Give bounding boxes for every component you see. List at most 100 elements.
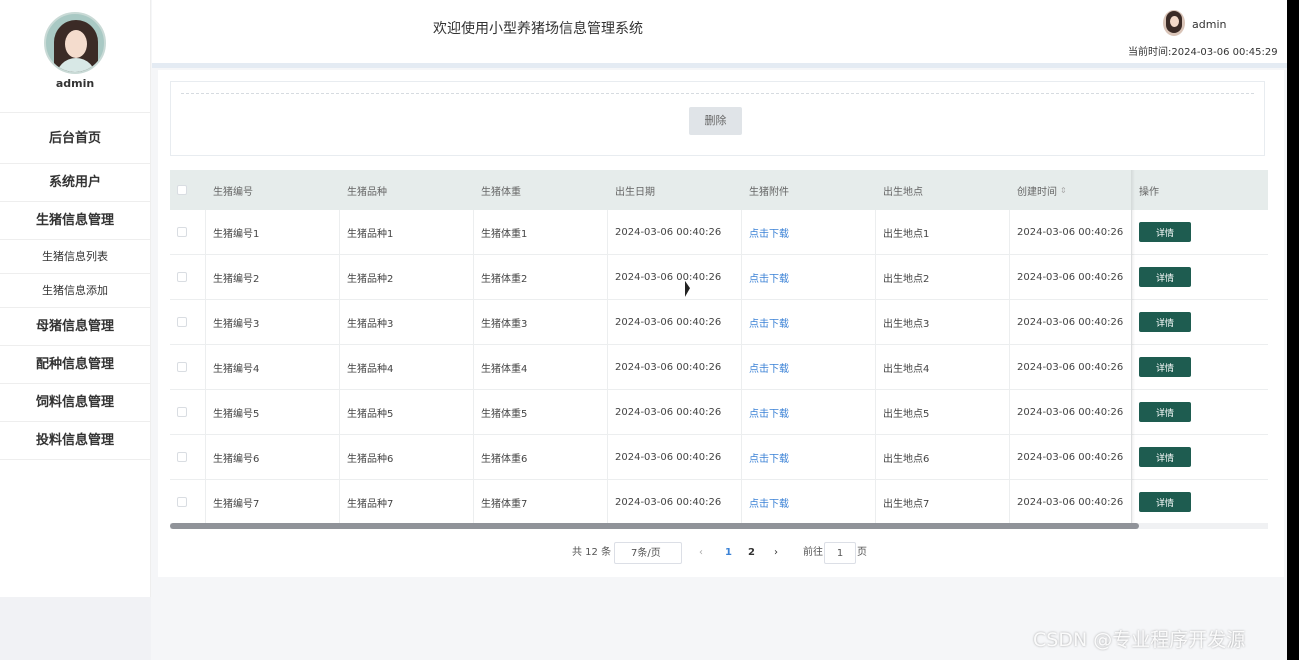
column-header[interactable]: 创建时间 [1017, 183, 1057, 198]
detail-button[interactable]: 详情 [1139, 447, 1191, 467]
toolbar: 删除 [170, 81, 1265, 156]
pig-breed: 生猪品种3 [347, 318, 394, 330]
created-time: 2024-03-06 00:40:26 [1017, 316, 1124, 328]
pig-id: 生猪编号7 [213, 498, 260, 510]
avatar[interactable] [44, 12, 106, 74]
current-time: 当前时间:2024-03-06 00:45:29 [1128, 43, 1278, 58]
sidebar-menu-item[interactable]: 母猪信息管理 [0, 308, 150, 346]
birth-date: 2024-03-06 00:40:26 [615, 496, 722, 508]
column-header: 生猪品种 [347, 186, 387, 198]
birth-place: 出生地点3 [883, 318, 930, 330]
mouse-cursor-icon [685, 280, 690, 300]
table-row: 生猪编号5 生猪品种5 生猪体重5 2024-03-06 00:40:26 点击下载 出生… [170, 390, 1268, 435]
pig-id: 生猪编号5 [213, 408, 260, 420]
scrollbar-thumb[interactable] [170, 523, 1139, 529]
detail-button[interactable]: 详情 [1139, 267, 1191, 287]
sidebar-menu-item[interactable]: 饲料信息管理 [0, 384, 150, 422]
sidebar-menu-item[interactable]: 配种信息管理 [0, 346, 150, 384]
created-time: 2024-03-06 00:40:26 [1017, 406, 1124, 418]
created-time: 2024-03-06 00:40:26 [1017, 226, 1124, 238]
sidebar-submenu-item[interactable]: 生猪信息列表 [0, 240, 150, 274]
pig-id: 生猪编号4 [213, 363, 260, 375]
time-label: 当前时间: [1128, 47, 1172, 58]
column-header: 生猪体重 [481, 186, 521, 198]
pig-id: 生猪编号6 [213, 453, 260, 465]
pig-id: 生猪编号1 [213, 228, 260, 240]
main-panel: 删除 生猪编号 生猪品种 生猪体重 出生日期 生猪附件 出生地点 创建时间 ⇕ 操作 生猪编号1 生… [158, 70, 1284, 577]
page-size-select[interactable]: 7条/页 [614, 542, 682, 564]
page-number[interactable]: 2 [748, 542, 755, 564]
birth-place: 出生地点7 [883, 498, 930, 510]
pig-weight: 生猪体重6 [481, 453, 528, 465]
sidebar-menu-item[interactable]: 投料信息管理 [0, 422, 150, 460]
header-divider [152, 63, 1287, 68]
sidebar-menu-item[interactable]: 生猪信息管理 [0, 202, 150, 240]
app-screen: admin 后台首页 系统用户 生猪信息管理 生猪信息列表 生猪信息添加 母猪信息管理 配种… [0, 0, 1287, 660]
pig-breed: 生猪品种2 [347, 273, 394, 285]
pagination-total: 共 12 条 [572, 547, 612, 558]
delete-button[interactable]: 删除 [689, 107, 742, 135]
sidebar-username: admin [55, 77, 95, 90]
header: 欢迎使用小型养猪场信息管理系统 admin 当前时间:2024-03-06 00… [152, 0, 1287, 63]
detail-button[interactable]: 详情 [1139, 492, 1191, 512]
birth-place: 出生地点1 [883, 228, 930, 240]
sidebar-footer [0, 597, 151, 660]
download-link[interactable]: 点击下载 [749, 495, 789, 510]
download-link[interactable]: 点击下载 [749, 315, 789, 330]
pig-breed: 生猪品种1 [347, 228, 394, 240]
row-checkbox[interactable] [177, 272, 187, 282]
sidebar-menu-item[interactable]: 系统用户 [0, 164, 150, 202]
prev-page-icon[interactable]: ‹ [699, 542, 703, 564]
row-checkbox[interactable] [177, 227, 187, 237]
page-number[interactable]: 1 [725, 542, 732, 564]
pig-breed: 生猪品种7 [347, 498, 394, 510]
data-table: 生猪编号 生猪品种 生猪体重 出生日期 生猪附件 出生地点 创建时间 ⇕ 操作 生猪编号1 生猪品种… [170, 170, 1268, 525]
table-row: 生猪编号7 生猪品种7 生猪体重7 2024-03-06 00:40:26 点击下载 出生… [170, 480, 1268, 525]
row-checkbox[interactable] [177, 452, 187, 462]
row-checkbox[interactable] [177, 497, 187, 507]
download-link[interactable]: 点击下载 [749, 270, 789, 285]
horizontal-scrollbar[interactable] [170, 523, 1268, 529]
download-link[interactable]: 点击下载 [749, 450, 789, 465]
row-checkbox[interactable] [177, 362, 187, 372]
birth-place: 出生地点5 [883, 408, 930, 420]
birth-date: 2024-03-06 00:40:26 [615, 406, 722, 418]
detail-button[interactable]: 详情 [1139, 222, 1191, 242]
pig-breed: 生猪品种5 [347, 408, 394, 420]
pig-breed: 生猪品种6 [347, 453, 394, 465]
pig-id: 生猪编号2 [213, 273, 260, 285]
sidebar-menu: 后台首页 系统用户 生猪信息管理 生猪信息列表 生猪信息添加 母猪信息管理 配种信息管理 饲料… [0, 113, 150, 460]
watermark: CSDN @专业程序开发源 [1033, 629, 1246, 651]
created-time: 2024-03-06 00:40:26 [1017, 451, 1124, 463]
birth-date: 2024-03-06 00:40:26 [615, 316, 722, 328]
pagination: 共 12 条 7条/页 ‹ 1 2 › 前往 1 页 [158, 542, 1284, 564]
page-suffix: 页 [857, 547, 867, 558]
table-row: 生猪编号3 生猪品种3 生猪体重3 2024-03-06 00:40:26 点击下载 出生… [170, 300, 1268, 345]
detail-button[interactable]: 详情 [1139, 402, 1191, 422]
goto-page-input[interactable]: 1 [824, 542, 856, 564]
next-page-icon[interactable]: › [774, 542, 778, 564]
sidebar-profile: admin [0, 12, 150, 113]
sidebar-submenu-item[interactable]: 生猪信息添加 [0, 274, 150, 308]
pig-weight: 生猪体重4 [481, 363, 528, 375]
time-value: 2024-03-06 00:45:29 [1171, 47, 1278, 58]
download-link[interactable]: 点击下载 [749, 360, 789, 375]
pig-weight: 生猪体重1 [481, 228, 528, 240]
row-checkbox[interactable] [177, 317, 187, 327]
row-checkbox[interactable] [177, 407, 187, 417]
sidebar-menu-item[interactable]: 后台首页 [0, 113, 150, 164]
header-username[interactable]: admin [1192, 18, 1226, 31]
detail-button[interactable]: 详情 [1139, 357, 1191, 377]
column-header: 出生日期 [615, 186, 655, 198]
birth-date: 2024-03-06 00:40:26 [615, 271, 722, 283]
goto-label: 前往 [803, 547, 823, 558]
download-link[interactable]: 点击下载 [749, 225, 789, 240]
download-link[interactable]: 点击下载 [749, 405, 789, 420]
user-avatar[interactable] [1163, 10, 1185, 36]
detail-button[interactable]: 详情 [1139, 312, 1191, 332]
page-title: 欢迎使用小型养猪场信息管理系统 [433, 21, 643, 37]
birth-place: 出生地点2 [883, 273, 930, 285]
select-all-checkbox[interactable] [177, 185, 187, 195]
birth-place: 出生地点4 [883, 363, 930, 375]
sort-icon[interactable]: ⇕ [1060, 186, 1067, 195]
